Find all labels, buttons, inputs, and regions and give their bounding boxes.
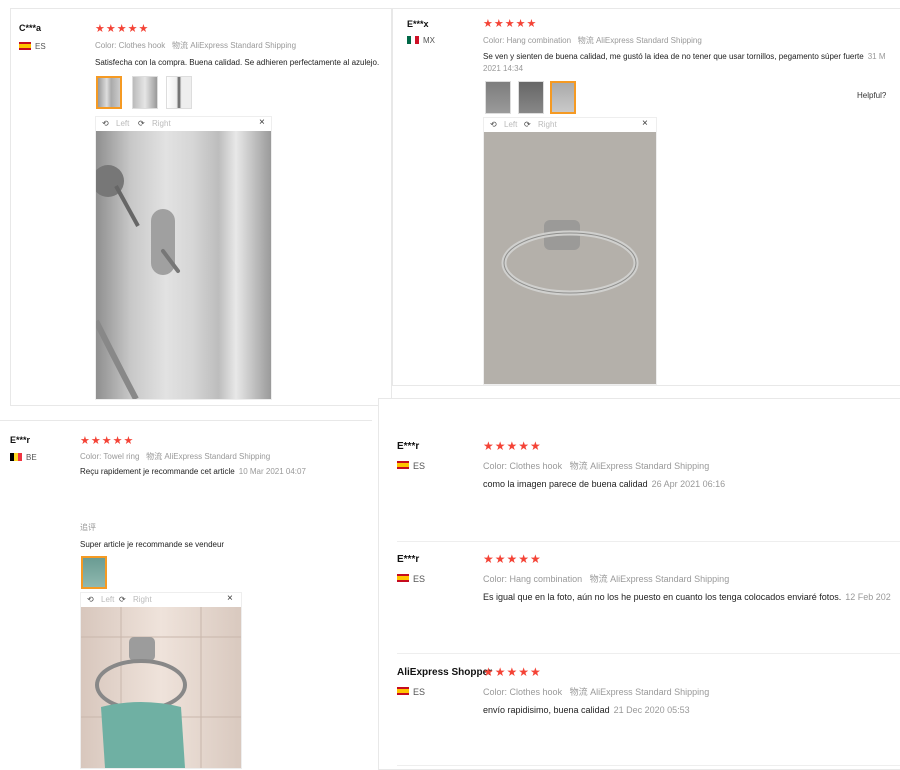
viewer-toolbar: ⟲ Left ⟳ Right ×: [484, 118, 656, 131]
close-icon[interactable]: ×: [227, 593, 233, 604]
flag-es-icon: [397, 574, 409, 582]
order-info: Color: Clothes hook 物流 AliExpress Standa…: [95, 41, 297, 50]
star-rating: ★★★★★: [483, 665, 542, 679]
star-rating: ★★★★★: [80, 435, 135, 447]
country-code: ES: [35, 42, 46, 51]
review-text: envío rapidisimo, buena calidad 21 Dec 20…: [483, 705, 690, 715]
helpful-label[interactable]: Helpful?: [857, 91, 886, 100]
flag-es-icon: [19, 42, 31, 50]
viewer-toolbar: ⟲ Left ⟳ Right ×: [81, 593, 241, 606]
towel-ring-photo-graphic: [501, 220, 639, 296]
country-code: ES: [413, 574, 426, 584]
photo-viewer: ⟲ Left ⟳ Right ×: [80, 592, 242, 769]
country-code: ES: [413, 687, 426, 697]
review-text: Reçu rapidement je recommande cet articl…: [80, 467, 306, 476]
review-card: E***r BE ★★★★★ Color: Towel ring 物流 AliE…: [0, 420, 372, 769]
review-date: 2021 14:34: [483, 64, 524, 73]
rotate-right-icon[interactable]: ⟳: [524, 120, 531, 129]
review-card: E***r ES ★★★★★ Color: Clothes hook 物流 Al…: [378, 398, 900, 770]
photo-viewer: ⟲ Left ⟳ Right ×: [483, 117, 657, 385]
star-rating: ★★★★★: [483, 18, 538, 30]
viewer-toolbar: ⟲ Left ⟳ Right ×: [96, 117, 271, 130]
rotate-left-button[interactable]: Left: [101, 595, 114, 604]
country-code: BE: [26, 453, 37, 462]
rotate-right-button[interactable]: Right: [152, 119, 171, 128]
order-info: Color: Hang combination 物流 AliExpress St…: [483, 574, 730, 584]
star-rating: ★★★★★: [95, 23, 150, 35]
order-info: Color: Clothes hook 物流 AliExpress Standa…: [483, 461, 710, 471]
order-info: Color: Clothes hook 物流 AliExpress Standa…: [483, 687, 710, 697]
hook-photo-graphic: [92, 165, 180, 401]
reviewer-name: E***r: [397, 441, 420, 452]
review-photo-thumb[interactable]: [166, 76, 192, 109]
rotate-right-icon[interactable]: ⟳: [119, 595, 126, 604]
flag-mx-icon: [407, 36, 419, 44]
review-photo-thumb[interactable]: [96, 76, 122, 109]
rotate-left-icon[interactable]: ⟲: [490, 120, 497, 129]
review-card: E***x MX ★★★★★ Color: Hang combination 物…: [392, 8, 900, 386]
reviewer-name: C***a: [19, 23, 42, 33]
flag-be-icon: [10, 453, 22, 461]
followup-label: 追评: [80, 523, 96, 532]
review-photo: [484, 132, 656, 384]
flag-es-icon: [397, 461, 409, 469]
rotate-right-button[interactable]: Right: [538, 120, 557, 129]
divider: [397, 765, 900, 766]
divider: [397, 653, 900, 654]
review-photo: [81, 607, 241, 768]
reviewer-name: AliExpress Shopper: [397, 667, 493, 678]
review-text: Satisfecha con la compra. Buena calidad.…: [95, 58, 380, 67]
flag-es-icon: [397, 687, 409, 695]
order-info: Color: Hang combination 物流 AliExpress St…: [483, 36, 702, 45]
divider: [397, 541, 900, 542]
reviewer-name: E***r: [10, 435, 31, 445]
followup-text: Super article je recommande se vendeur: [80, 540, 225, 549]
review-photo-thumb[interactable]: [518, 81, 544, 114]
star-rating: ★★★★★: [483, 439, 542, 453]
rotate-left-icon[interactable]: ⟲: [102, 119, 109, 128]
rotate-right-icon[interactable]: ⟳: [138, 119, 145, 128]
review-photo-thumb[interactable]: [550, 81, 576, 114]
rotate-right-button[interactable]: Right: [133, 595, 152, 604]
reviewer-name: E***x: [407, 19, 429, 29]
star-rating: ★★★★★: [483, 552, 542, 566]
reviewer-name: E***r: [397, 554, 420, 565]
review-photo: [92, 131, 271, 401]
review-text: Es igual que en la foto, aún no los he p…: [483, 592, 891, 602]
photo-viewer: ⟲ Left ⟳ Right ×: [92, 116, 272, 401]
country-code: MX: [423, 36, 435, 45]
review-text: Se ven y sienten de buena calidad, me gu…: [483, 52, 886, 61]
order-info: Color: Towel ring 物流 AliExpress Standard…: [80, 452, 271, 461]
rotate-left-button[interactable]: Left: [116, 119, 129, 128]
review-photo-thumb[interactable]: [81, 556, 107, 589]
country-code: ES: [413, 461, 426, 471]
rotate-left-icon[interactable]: ⟲: [87, 595, 94, 604]
review-photo-thumb[interactable]: [485, 81, 511, 114]
review-photo-thumb[interactable]: [132, 76, 158, 109]
review-card: C***a ES ★★★★★ Color: Clothes hook 物流 Al…: [10, 8, 392, 406]
rotate-left-button[interactable]: Left: [504, 120, 517, 129]
review-text: como la imagen parece de buena calidad 26…: [483, 479, 726, 489]
close-icon[interactable]: ×: [642, 118, 648, 129]
towel-ring-photo-graphic: [81, 607, 241, 768]
close-icon[interactable]: ×: [259, 117, 265, 128]
